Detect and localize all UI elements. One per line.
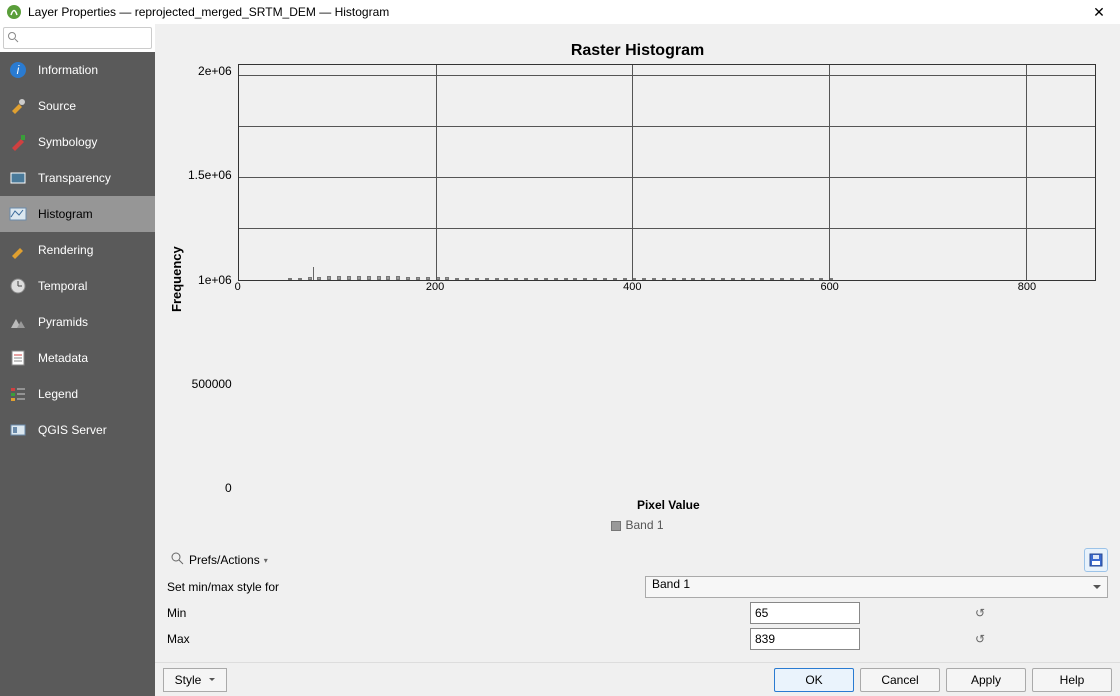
ok-button[interactable]: OK bbox=[774, 668, 854, 692]
brush-icon bbox=[8, 132, 28, 152]
setminmax-label: Set min/max style for bbox=[167, 580, 637, 594]
chart-title: Raster Histogram bbox=[165, 34, 1110, 64]
min-label: Min bbox=[167, 606, 742, 620]
apply-button[interactable]: Apply bbox=[946, 668, 1026, 692]
sidebar-item-qgis-server[interactable]: QGIS Server bbox=[0, 412, 155, 448]
cancel-button[interactable]: Cancel bbox=[860, 668, 940, 692]
max-input[interactable] bbox=[750, 628, 860, 650]
sidebar-item-label: Transparency bbox=[38, 171, 111, 185]
titlebar: Layer Properties — reprojected_merged_SR… bbox=[0, 0, 1120, 24]
sidebar-item-label: Information bbox=[38, 63, 98, 77]
sidebar-item-label: Temporal bbox=[38, 279, 87, 293]
sidebar: i Information Source Symbology Transpare… bbox=[0, 24, 155, 696]
sidebar-item-legend[interactable]: Legend bbox=[0, 376, 155, 412]
sidebar-item-label: Pyramids bbox=[38, 315, 88, 329]
reset-min-button[interactable]: ↺ bbox=[970, 606, 990, 620]
sidebar-item-label: Source bbox=[38, 99, 76, 113]
window-title: Layer Properties — reprojected_merged_SR… bbox=[28, 5, 1084, 19]
sidebar-item-temporal[interactable]: Temporal bbox=[0, 268, 155, 304]
min-input[interactable] bbox=[750, 602, 860, 624]
wrench-icon bbox=[8, 96, 28, 116]
x-ticks: 0200400600800 bbox=[238, 281, 1096, 496]
sidebar-item-label: Rendering bbox=[38, 243, 93, 257]
sidebar-item-metadata[interactable]: Metadata bbox=[0, 340, 155, 376]
y-ticks: 2e+061.5e+061e+065000000 bbox=[188, 64, 238, 495]
legend-icon bbox=[8, 384, 28, 404]
y-axis-label: Frequency bbox=[165, 64, 188, 495]
sidebar-item-transparency[interactable]: Transparency bbox=[0, 160, 155, 196]
sidebar-item-symbology[interactable]: Symbology bbox=[0, 124, 155, 160]
sidebar-item-label: QGIS Server bbox=[38, 423, 107, 437]
svg-text:i: i bbox=[17, 63, 20, 77]
sidebar-item-source[interactable]: Source bbox=[0, 88, 155, 124]
info-icon: i bbox=[8, 60, 28, 80]
sidebar-item-label: Histogram bbox=[38, 207, 93, 221]
transparency-icon bbox=[8, 168, 28, 188]
sidebar-item-label: Metadata bbox=[38, 351, 88, 365]
metadata-icon bbox=[8, 348, 28, 368]
chart-legend: Band 1 bbox=[165, 518, 1110, 538]
max-label: Max bbox=[167, 632, 742, 646]
sidebar-item-histogram[interactable]: Histogram bbox=[0, 196, 155, 232]
histogram-icon bbox=[8, 204, 28, 224]
pyramids-icon bbox=[8, 312, 28, 332]
chevron-down-icon: ▾ bbox=[264, 556, 268, 565]
sidebar-item-pyramids[interactable]: Pyramids bbox=[0, 304, 155, 340]
sidebar-item-label: Symbology bbox=[38, 135, 97, 149]
x-axis-label: Pixel Value bbox=[165, 495, 1110, 518]
server-icon bbox=[8, 420, 28, 440]
close-icon[interactable]: ✕ bbox=[1084, 4, 1114, 21]
clock-icon bbox=[8, 276, 28, 296]
search-icon bbox=[7, 31, 19, 46]
histogram-chart: Raster Histogram Frequency 2e+061.5e+061… bbox=[165, 34, 1110, 538]
search-input[interactable] bbox=[3, 27, 152, 49]
sidebar-item-information[interactable]: i Information bbox=[0, 52, 155, 88]
floppy-icon bbox=[1089, 553, 1103, 567]
footer: Style OK Cancel Apply Help bbox=[155, 662, 1120, 696]
style-button[interactable]: Style bbox=[163, 668, 227, 692]
magnifier-icon bbox=[171, 552, 185, 569]
band-select[interactable]: Band 1 bbox=[645, 576, 1108, 598]
paint-icon bbox=[8, 240, 28, 260]
app-icon bbox=[6, 4, 22, 20]
legend-swatch bbox=[611, 521, 621, 531]
save-chart-button[interactable] bbox=[1084, 548, 1108, 572]
sidebar-item-rendering[interactable]: Rendering bbox=[0, 232, 155, 268]
prefs-actions-button[interactable]: Prefs/Actions ▾ bbox=[167, 550, 272, 571]
plot-grid bbox=[238, 64, 1096, 281]
reset-max-button[interactable]: ↺ bbox=[970, 632, 990, 646]
sidebar-item-label: Legend bbox=[38, 387, 78, 401]
help-button[interactable]: Help bbox=[1032, 668, 1112, 692]
